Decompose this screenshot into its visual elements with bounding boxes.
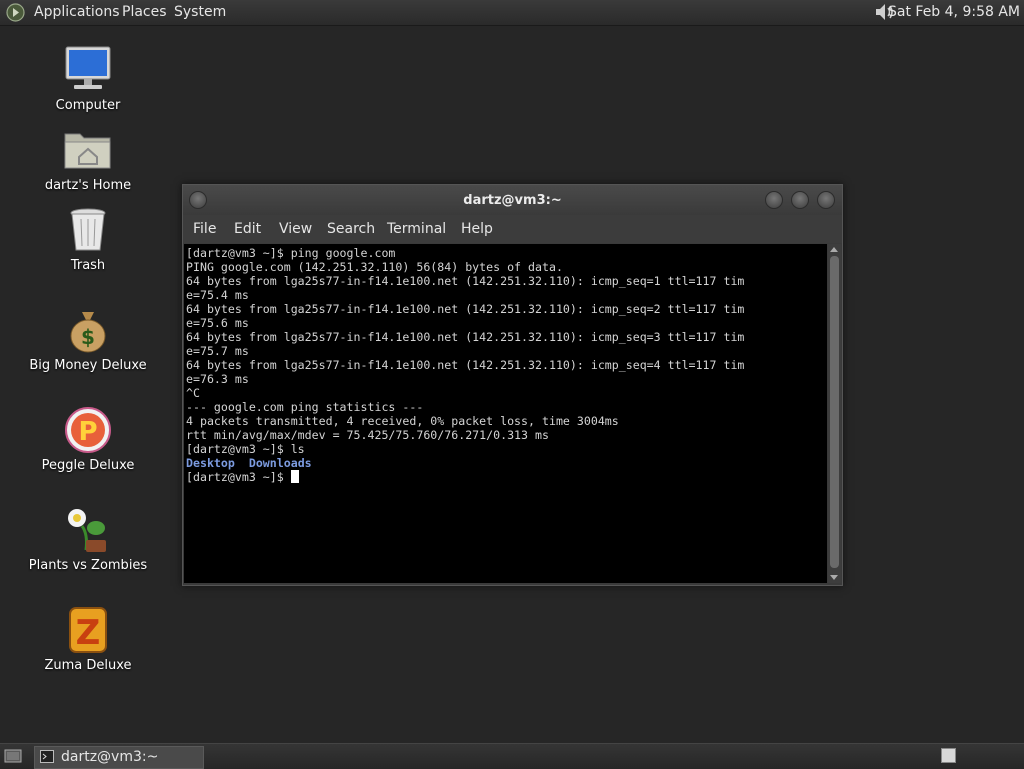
plants-vs-zombies-icon <box>68 509 106 552</box>
svg-text:Z: Z <box>76 613 101 653</box>
menu-edit[interactable]: Edit <box>234 221 261 237</box>
distro-logo-icon[interactable] <box>6 3 25 22</box>
terminal-icon <box>40 750 54 763</box>
scroll-up-arrow-icon[interactable] <box>830 247 838 252</box>
desktop-icon-label: Trash <box>70 258 106 273</box>
terminal-line: 4 packets transmitted, 4 received, 0% pa… <box>186 414 619 428</box>
window-titlebar[interactable]: dartz@vm3:~ <box>183 185 842 215</box>
desktop-icon-label: Plants vs Zombies <box>28 558 148 573</box>
ls-directory: Desktop <box>186 456 235 470</box>
menu-terminal[interactable]: Terminal <box>387 221 446 237</box>
taskbar-terminal-button[interactable]: dartz@vm3:~ <box>34 746 204 769</box>
computer-icon <box>65 46 111 89</box>
terminal-line: 64 bytes from lga25s77-in-f14.1e100.net … <box>186 302 745 316</box>
scroll-thumb[interactable] <box>830 256 839 568</box>
desktop-icon-computer[interactable]: Computer <box>13 44 163 113</box>
close-button[interactable] <box>817 191 835 209</box>
terminal-line: e=76.3 ms <box>186 372 249 386</box>
desktop-icon-home[interactable]: dartz's Home <box>13 124 163 193</box>
menu-view[interactable]: View <box>279 221 312 237</box>
svg-text:P: P <box>78 417 97 447</box>
home-folder-icon <box>64 133 111 169</box>
terminal-line: rtt min/avg/max/mdev = 75.425/75.760/76.… <box>186 428 549 442</box>
terminal-output: [dartz@vm3 ~]$ ping google.com PING goog… <box>186 246 744 484</box>
desktop-icon-trash[interactable]: Trash <box>13 204 163 273</box>
desktop-icon-peggle[interactable]: P Peggle Deluxe <box>13 404 163 473</box>
terminal-line: e=75.4 ms <box>186 288 249 302</box>
terminal-line: 64 bytes from lga25s77-in-f14.1e100.net … <box>186 274 745 288</box>
peggle-icon: P <box>65 407 111 453</box>
scroll-down-arrow-icon[interactable] <box>830 575 838 580</box>
applications-menu[interactable]: Applications <box>34 4 120 20</box>
top-panel: Applications Places System Sat Feb 4, 9:… <box>0 0 1024 26</box>
terminal-line: e=75.6 ms <box>186 316 249 330</box>
terminal-line: 64 bytes from lga25s77-in-f14.1e100.net … <box>186 358 745 372</box>
svg-text:$: $ <box>81 325 95 349</box>
taskbar-label: dartz@vm3:~ <box>61 749 159 765</box>
terminal-scrollbar[interactable] <box>828 244 841 583</box>
terminal-prompt: [dartz@vm3 ~]$ <box>186 470 291 484</box>
desktop-icon-label: Peggle Deluxe <box>41 458 135 473</box>
menu-search[interactable]: Search <box>327 221 375 237</box>
show-desktop-icon[interactable] <box>4 748 22 764</box>
desktop-icon-pvz[interactable]: Plants vs Zombies <box>13 504 163 573</box>
system-menu[interactable]: System <box>174 4 226 20</box>
terminal-window[interactable]: dartz@vm3:~ File Edit View Search Termin… <box>182 184 843 586</box>
bottom-panel: dartz@vm3:~ <box>0 743 1024 769</box>
desktop-icon-label: Computer <box>55 98 121 113</box>
terminal-line: e=75.7 ms <box>186 344 249 358</box>
minimize-button[interactable] <box>765 191 783 209</box>
terminal-area[interactable]: [dartz@vm3 ~]$ ping google.com PING goog… <box>184 244 827 583</box>
terminal-line: ^C <box>186 386 200 400</box>
clock[interactable]: Sat Feb 4, 9:58 AM <box>888 4 1020 20</box>
desktop-icon-zuma[interactable]: Z Zuma Deluxe <box>13 604 163 673</box>
maximize-button[interactable] <box>791 191 809 209</box>
menu-help[interactable]: Help <box>461 221 493 237</box>
money-bag-icon: $ <box>70 312 106 353</box>
terminal-line: --- google.com ping statistics --- <box>186 400 424 414</box>
terminal-line: PING google.com (142.251.32.110) 56(84) … <box>186 260 563 274</box>
window-title: dartz@vm3:~ <box>463 193 562 208</box>
desktop-icon-label: dartz's Home <box>44 178 132 193</box>
terminal-line: [dartz@vm3 ~]$ ls <box>186 442 305 456</box>
desktop-icon-label: Zuma Deluxe <box>44 658 132 673</box>
menu-file[interactable]: File <box>193 221 216 237</box>
places-menu[interactable]: Places <box>122 4 167 20</box>
terminal-cursor <box>290 470 299 483</box>
desktop-icon-big-money[interactable]: $ Big Money Deluxe <box>13 304 163 373</box>
ls-directory: Downloads <box>248 456 312 470</box>
terminal-line: 64 bytes from lga25s77-in-f14.1e100.net … <box>186 330 745 344</box>
zuma-icon: Z <box>69 607 107 653</box>
workspace-switcher[interactable] <box>941 748 956 763</box>
desktop-icon-label: Big Money Deluxe <box>29 358 147 373</box>
terminal-line: [dartz@vm3 ~]$ ping google.com <box>186 246 396 260</box>
menubar: File Edit View Search Terminal Help <box>183 215 842 243</box>
trash-icon <box>70 208 106 251</box>
